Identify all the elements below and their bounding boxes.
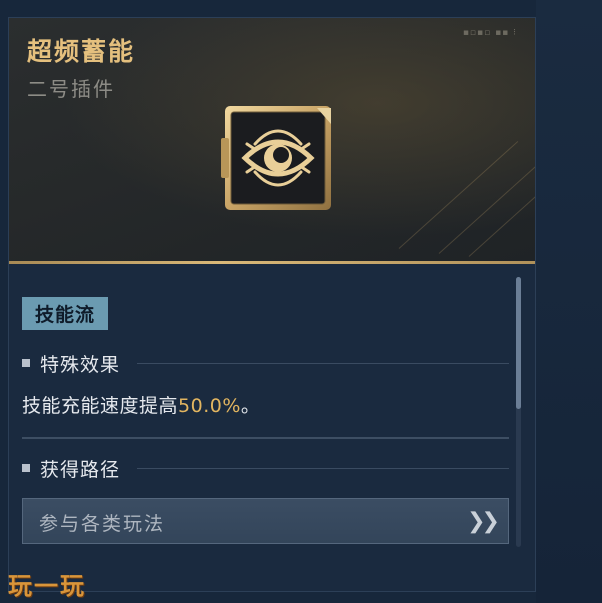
decor-line: [398, 141, 519, 249]
watermark-logo: 玩一玩: [8, 572, 86, 600]
acquisition-heading-label: 获得路径: [40, 458, 121, 481]
card-header: ▪▫▪▫ ▪▪ ⁝ 超频蓄能 二号插件: [9, 18, 535, 261]
effect-text: 技能充能速度提高: [22, 395, 179, 417]
effect-description: 技能充能速度提高50.0%。: [22, 391, 260, 418]
acquisition-source-label: 参与各类玩法: [39, 513, 166, 535]
section-rule: [137, 363, 509, 364]
divider: [22, 437, 509, 439]
background-right: [536, 0, 602, 603]
scrollbar-thumb[interactable]: [516, 277, 521, 409]
double-chevron-right-icon: ❯❯: [467, 509, 500, 534]
effect-value: 50.0%: [178, 395, 241, 417]
effect-section-heading: 特殊效果: [22, 349, 120, 377]
plugin-detail-panel: ▪▫▪▫ ▪▪ ⁝ 超频蓄能 二号插件 技能流 特殊效果 技能充能速度提高50.…: [8, 17, 536, 592]
bullet-icon: [22, 464, 30, 472]
eye-icon: [217, 104, 337, 212]
plugin-slot-subtitle: 二号插件: [27, 77, 115, 101]
header-code-glyphs: ▪▫▪▫ ▪▪ ⁝: [462, 28, 517, 38]
header-accent-line: [9, 261, 535, 264]
decor-line: [468, 195, 535, 257]
category-tag: 技能流: [22, 297, 108, 330]
acquisition-source-button[interactable]: 参与各类玩法 ❯❯: [22, 498, 509, 544]
section-rule: [137, 468, 509, 469]
effect-text-end: 。: [240, 395, 261, 417]
acquisition-section-heading: 获得路径: [22, 454, 120, 482]
plugin-title: 超频蓄能: [27, 37, 136, 66]
bullet-icon: [22, 359, 30, 367]
effect-heading-label: 特殊效果: [40, 353, 121, 376]
